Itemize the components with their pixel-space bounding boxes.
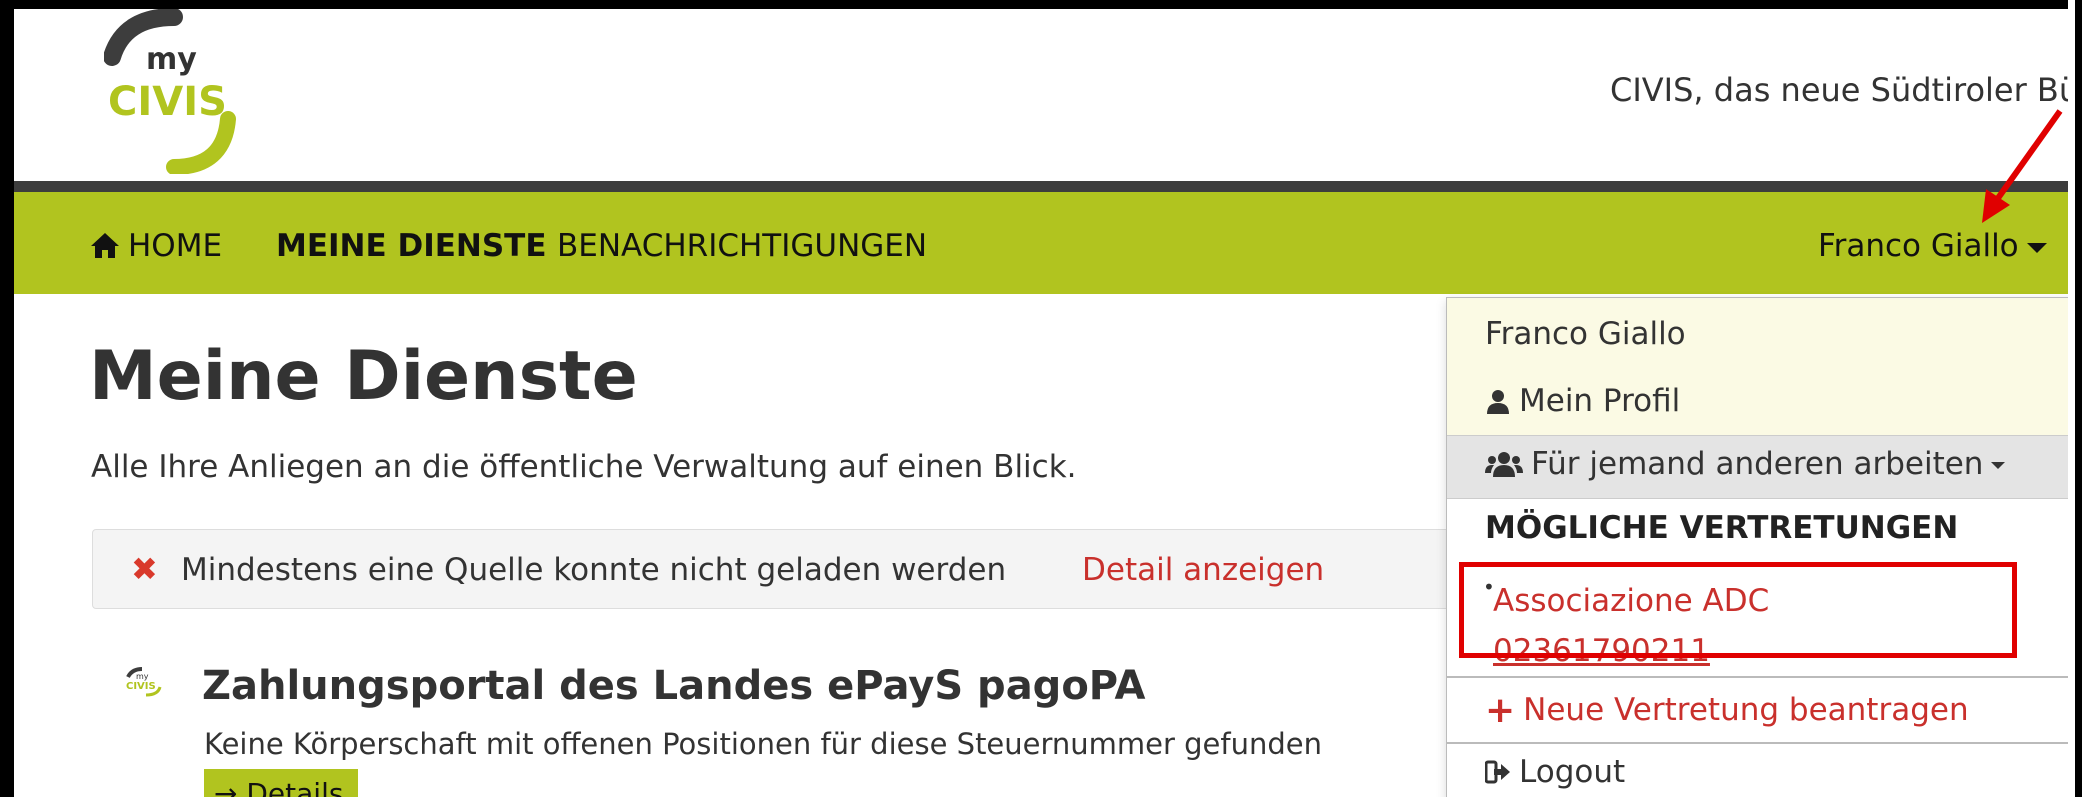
logout-label: Logout — [1519, 754, 1626, 790]
arrow-right-icon: → — [214, 777, 247, 797]
site-tagline: CIVIS, das neue Südtiroler Bürg — [1610, 71, 2068, 109]
screenshot-frame: my CIVIS CIVIS, das neue Südtiroler Bürg… — [0, 0, 2068, 797]
detail-anzeigen-link[interactable]: Detail anzeigen — [1082, 552, 1324, 588]
user-name: Franco Giallo — [1818, 228, 2019, 264]
caret-down-icon — [2026, 242, 2047, 253]
dropdown-divider — [1447, 676, 2068, 678]
nav-meine-dienste[interactable]: MEINE DIENSTE — [276, 228, 547, 264]
nav-benachrichtigungen[interactable]: BENACHRICHTIGUNGEN — [557, 228, 927, 264]
mycivis-small-logo-icon: my CIVIS — [126, 667, 162, 697]
user-menu-toggle[interactable]: Franco Giallo — [1818, 228, 2047, 264]
details-label: Details — [246, 777, 344, 797]
dropdown-divider — [1447, 742, 2068, 744]
error-x-icon: ✖ — [131, 550, 158, 588]
mycivis-logo[interactable]: my CIVIS — [104, 9, 314, 174]
svg-text:CIVIS: CIVIS — [126, 681, 156, 692]
mein-profil-label: Mein Profil — [1519, 383, 1681, 419]
mein-profil-link[interactable]: Mein Profil — [1485, 383, 1680, 419]
service-details-button[interactable]: → Details — [204, 769, 358, 797]
main-navbar: HOME MEINE DIENSTE BENACHRICHTIGUNGEN Fr… — [14, 192, 2068, 294]
work-for-others-toggle[interactable]: Für jemand anderen arbeiten — [1485, 446, 2006, 482]
sign-out-icon — [1485, 760, 1510, 784]
user-dropdown-menu: Franco Giallo Mein Profil Für jemand and… — [1446, 297, 2068, 797]
service-description: Keine Körperschaft mit offenen Positione… — [204, 727, 1323, 761]
neue-vertretung-label: Neue Vertretung beantragen — [1523, 692, 1969, 728]
red-arrow-annotation — [1982, 109, 2063, 223]
nav-home[interactable]: HOME — [90, 228, 222, 264]
plus-icon: + — [1485, 690, 1516, 731]
caret-down-icon — [1991, 462, 2006, 469]
work-for-others-label: Für jemand anderen arbeiten — [1531, 446, 1984, 482]
nav-home-label: HOME — [128, 228, 223, 264]
error-alert: ✖ Mindestens eine Quelle konnte nicht ge… — [92, 529, 1474, 609]
site-header: my CIVIS CIVIS, das neue Südtiroler Bürg — [14, 9, 2068, 181]
page-subtitle: Alle Ihre Anliegen an die öffentliche Ve… — [91, 449, 1077, 485]
svg-text:my: my — [146, 42, 197, 77]
page-title: Meine Dienste — [89, 337, 638, 416]
svg-text:CIVIS: CIVIS — [108, 79, 227, 125]
neue-vertretung-link[interactable]: + Neue Vertretung beantragen — [1485, 690, 1969, 731]
user-icon — [1487, 390, 1509, 414]
dropdown-user-name: Franco Giallo — [1485, 316, 1686, 352]
svg-text:my: my — [136, 672, 149, 681]
service-title: Zahlungsportal des Landes ePayS pagoPA — [202, 663, 1146, 709]
highlight-box — [1459, 562, 2017, 658]
logout-link[interactable]: Logout — [1485, 754, 1625, 790]
alert-message: Mindestens eine Quelle konnte nicht gela… — [181, 552, 1007, 588]
home-icon — [91, 233, 119, 258]
users-icon — [1485, 452, 1523, 477]
screenshot-frame-edge — [2075, 0, 2082, 797]
header-divider — [14, 181, 2068, 192]
moegliche-vertretungen-heading: MÖGLICHE VERTRETUNGEN — [1485, 510, 1959, 546]
